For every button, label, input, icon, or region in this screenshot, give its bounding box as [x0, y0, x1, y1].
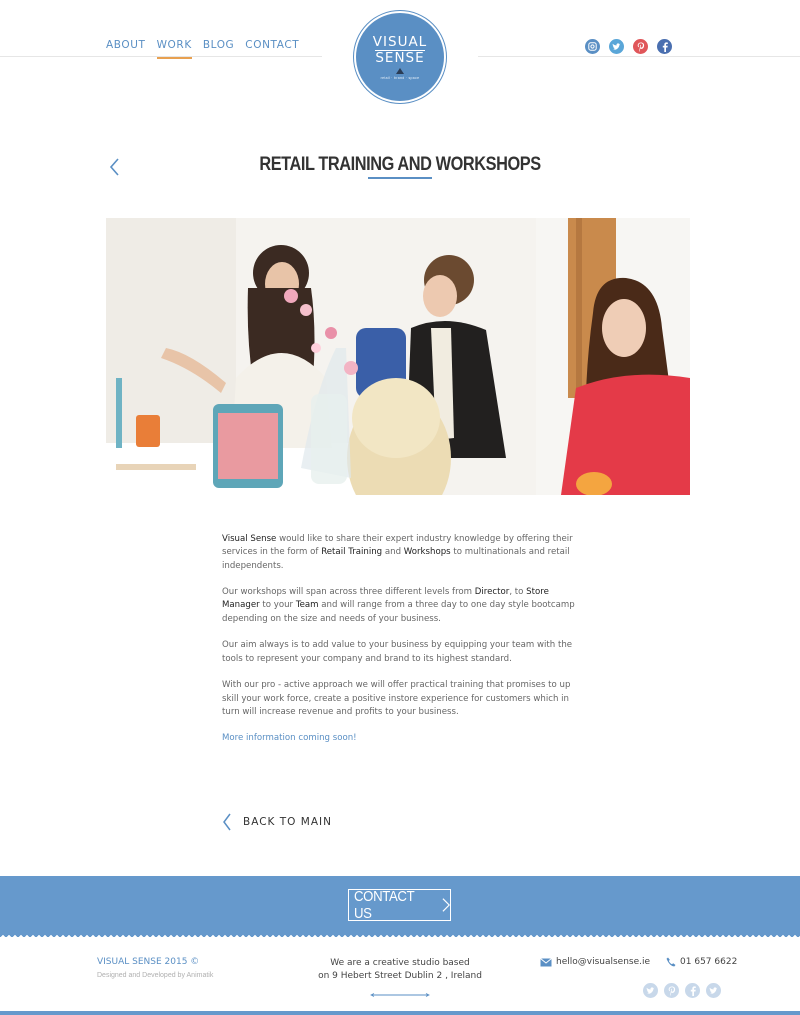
footer-social-links — [643, 983, 721, 998]
highlight-workshops: Workshops — [403, 547, 451, 558]
pinterest-icon[interactable] — [664, 983, 679, 998]
nav-blog[interactable]: BLOG — [203, 39, 234, 59]
contact-us-button[interactable]: CONTACT US — [348, 888, 451, 922]
nav-work[interactable]: WORK — [156, 39, 192, 59]
header-social-links — [585, 39, 672, 54]
bottom-accent-bar — [0, 1011, 800, 1015]
hero-photo — [106, 218, 690, 495]
contact-us-label: CONTACT US — [353, 888, 415, 922]
paragraph-levels: Our workshops will span across three dif… — [222, 586, 582, 626]
previous-chevron-icon[interactable] — [108, 157, 122, 177]
footer-phone[interactable]: 01 657 6622 — [680, 957, 737, 967]
facebook-icon[interactable] — [657, 39, 672, 54]
band-zigzag-edge — [0, 932, 800, 937]
main-nav: ABOUT WORK BLOG CONTACT — [106, 39, 299, 59]
instagram-icon[interactable] — [585, 39, 600, 54]
logo-line1: VISUAL — [372, 33, 428, 50]
footer-contact: hello@visualsense.ie 01 657 6622 — [540, 957, 737, 967]
highlight-team: Team — [295, 600, 319, 611]
title-underline — [368, 177, 432, 179]
workshop-photo-illustration — [106, 218, 690, 495]
chevron-right-icon — [442, 898, 450, 912]
highlight-retail-training: Retail Training — [321, 547, 383, 558]
nav-about[interactable]: ABOUT — [106, 39, 146, 59]
footer-address-line1: We are a creative studio based — [330, 958, 470, 968]
twitter-icon[interactable] — [643, 983, 658, 998]
logo-line2: SENSE — [375, 49, 425, 66]
chevron-left-icon — [223, 813, 231, 831]
header-divider-right — [478, 56, 800, 57]
logo-tagline: retail · brand · space — [380, 75, 420, 80]
text-span: Our workshops will span across three dif… — [222, 587, 475, 598]
highlight-director: Director — [474, 587, 510, 598]
back-to-main-label: BACK TO MAIN — [243, 816, 332, 828]
twitter-icon[interactable] — [706, 983, 721, 998]
text-span: to your — [259, 600, 296, 611]
back-to-main-link[interactable]: BACK TO MAIN — [222, 813, 332, 831]
logo-triangle-icon — [396, 67, 404, 74]
facebook-icon[interactable] — [685, 983, 700, 998]
double-arrow-icon — [370, 993, 430, 997]
page-title: RETAIL TRAINING AND WORKSHOPS — [259, 154, 541, 175]
text-span: , to — [509, 587, 527, 598]
phone-icon — [666, 957, 676, 967]
footer-address-line2: on 9 Hebert Street Dublin 2 , Ireland — [318, 971, 482, 981]
site-logo[interactable]: VISUAL SENSE retail · brand · space — [354, 11, 446, 103]
brand-name: Visual Sense — [222, 534, 277, 544]
twitter-icon[interactable] — [609, 39, 624, 54]
paragraph-intro: Visual Sense would like to share their e… — [222, 533, 582, 573]
pinterest-icon[interactable] — [633, 39, 648, 54]
site-header: ABOUT WORK BLOG CONTACT VISUAL SENSE ret… — [0, 0, 800, 110]
more-info-link[interactable]: More information coming soon! — [222, 732, 582, 745]
article-body: Visual Sense would like to share their e… — [222, 533, 582, 759]
text-span: and — [382, 547, 404, 558]
footer-address: We are a creative studio based on 9 Hebe… — [300, 957, 500, 983]
envelope-icon — [540, 957, 552, 966]
paragraph-approach: With our pro - active approach we will o… — [222, 680, 571, 717]
footer-credit[interactable]: Designed and Developed by Animatik — [97, 972, 213, 979]
nav-contact[interactable]: CONTACT — [245, 39, 299, 59]
paragraph-aim: Our aim always is to add value to your b… — [222, 640, 573, 664]
footer-brand: VISUAL SENSE 2015 © — [97, 957, 200, 967]
footer-email[interactable]: hello@visualsense.ie — [556, 957, 650, 967]
